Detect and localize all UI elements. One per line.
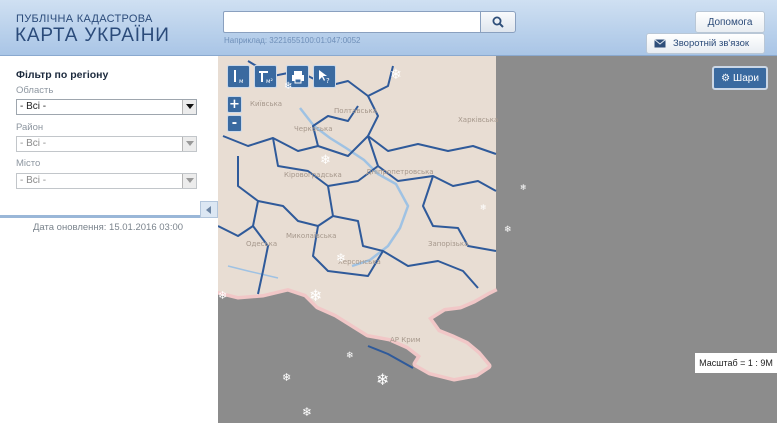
svg-text:?: ? xyxy=(326,77,330,84)
snowflake-icon: ❄ xyxy=(504,225,512,235)
measure-area-icon: м² xyxy=(259,71,273,84)
chevron-down-icon xyxy=(182,100,196,114)
snowflake-icon: ❄ xyxy=(302,405,313,419)
region-label: Київська xyxy=(250,100,282,108)
measure-area-button[interactable]: м² xyxy=(254,65,277,88)
oblast-select[interactable]: - Всі - xyxy=(16,99,197,115)
search-input[interactable] xyxy=(223,11,481,33)
region-label: Полтавська xyxy=(334,107,377,115)
map-layer[interactable]: Київська Полтавська Черкаська Харківська… xyxy=(218,56,777,423)
snowflake-icon: ❄ xyxy=(336,251,347,265)
oblast-value: - Всі - xyxy=(20,101,47,112)
region-filter-panel: Фільтр по регіону Область - Всі - Район … xyxy=(0,56,218,218)
chevron-down-icon xyxy=(182,174,196,188)
region-label: Одеська xyxy=(246,240,277,248)
raion-value: - Всі - xyxy=(20,138,47,149)
svg-text:м²: м² xyxy=(266,78,273,84)
snowflake-icon: ❄ xyxy=(309,286,323,305)
print-icon xyxy=(291,70,304,83)
region-label: Запорізька xyxy=(428,240,468,248)
region-label: АР Крим xyxy=(390,336,420,344)
measure-distance-button[interactable]: м xyxy=(227,65,250,88)
search-hint: Наприклад: 3221655100:01:047:0052 xyxy=(224,36,361,45)
snowflake-icon: ❄ xyxy=(284,81,293,92)
snowflake-icon: ❄ xyxy=(320,153,331,168)
region-label: Кіровоградська xyxy=(284,171,342,179)
region-label: Черкаська xyxy=(294,125,333,133)
snowflake-icon: ❄ xyxy=(376,370,390,389)
oblast-label: Область xyxy=(16,85,54,96)
snowflake-icon: ❄ xyxy=(282,371,292,384)
chevron-down-icon xyxy=(182,137,196,151)
feedback-button[interactable]: Зворотній зв'язок xyxy=(646,33,765,54)
snowflake-icon: ❄ xyxy=(480,203,487,212)
filter-title: Фільтр по регіону xyxy=(16,69,109,81)
identify-button[interactable]: ? xyxy=(313,65,336,88)
city-select[interactable]: - Всі - xyxy=(16,173,197,189)
snowflake-icon: ❄ xyxy=(218,289,228,302)
collapse-sidebar-button[interactable] xyxy=(200,201,218,218)
zoom-in-button[interactable]: + xyxy=(227,96,242,113)
brand-title[interactable]: КАРТА УКРАЇНИ xyxy=(15,25,170,47)
city-label: Місто xyxy=(16,158,41,169)
header: ПУБЛІЧНА КАДАСТРОВА КАРТА УКРАЇНИ Наприк… xyxy=(0,0,777,56)
update-date: Дата оновлення: 15.01.2016 03:00 xyxy=(33,222,184,233)
snowflake-icon: ❄ xyxy=(520,183,527,192)
feedback-label: Зворотній зв'язок xyxy=(673,38,750,49)
city-value: - Всі - xyxy=(20,175,47,186)
brand-line1: ПУБЛІЧНА КАДАСТРОВА xyxy=(16,13,153,25)
raion-select[interactable]: - Всі - xyxy=(16,136,197,152)
snowflake-icon: ❄ xyxy=(346,351,354,361)
region-label: Дніпропетровська xyxy=(366,168,434,176)
snowflake-icon: ❄ xyxy=(390,67,402,83)
search-button[interactable] xyxy=(480,11,516,33)
zoom-out-button[interactable]: - xyxy=(227,115,242,132)
chevron-left-icon xyxy=(206,205,211,214)
layers-button[interactable]: ⚙ Шари xyxy=(712,66,768,90)
layers-label: Шари xyxy=(733,72,759,84)
region-label: Миколаївська xyxy=(286,232,336,240)
scale-indicator: Масштаб = 1 : 9M xyxy=(695,353,777,373)
sidebar: Фільтр по регіону Область - Всі - Район … xyxy=(0,56,218,423)
help-button[interactable]: Допомога xyxy=(695,11,765,33)
search-icon xyxy=(492,16,504,28)
measure-line-icon: м xyxy=(234,70,244,84)
gear-icon: ⚙ xyxy=(721,72,731,84)
svg-text:м: м xyxy=(239,78,244,84)
envelope-icon xyxy=(654,39,666,48)
raion-label: Район xyxy=(16,122,44,133)
map-canvas[interactable]: Київська Полтавська Черкаська Харківська… xyxy=(218,56,777,423)
identify-cursor-icon: ? xyxy=(319,70,330,84)
region-label: Харківська xyxy=(458,116,498,124)
